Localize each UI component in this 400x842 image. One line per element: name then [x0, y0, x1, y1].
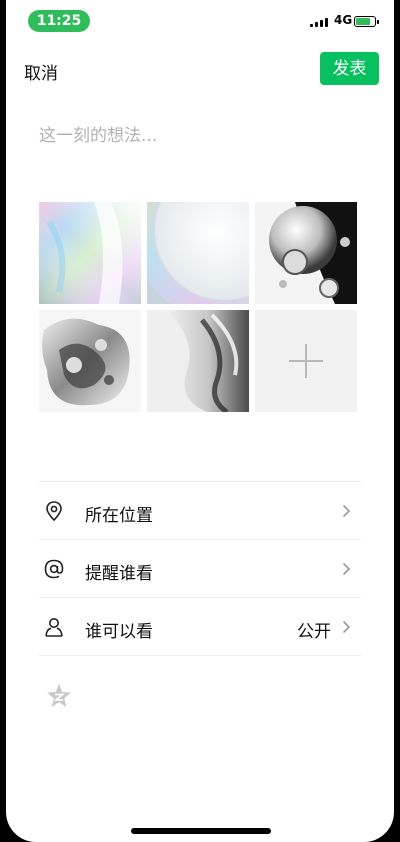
status-time: 11:25 — [28, 10, 90, 32]
location-pin-icon — [46, 501, 62, 522]
photo-thumbnail[interactable] — [39, 202, 141, 304]
visibility-value: 公开 — [297, 622, 331, 642]
remind-label: 提醒谁看 — [85, 564, 153, 584]
chevron-right-icon — [342, 504, 351, 518]
moments-compose-screen: 11:25 4G 取消 发表 这一刻的想法... 所在位置 提醒谁看 谁可以看 … — [6, 0, 394, 842]
add-photo-button[interactable] — [255, 310, 357, 412]
battery-icon — [354, 16, 379, 27]
cancel-button[interactable]: 取消 — [24, 59, 58, 84]
post-options-list: 所在位置 提醒谁看 谁可以看 公开 — [39, 481, 361, 656]
network-type: 4G — [334, 13, 353, 27]
signal-icon — [310, 17, 328, 27]
photo-thumbnail[interactable] — [147, 310, 249, 412]
photo-thumbnail[interactable] — [147, 202, 249, 304]
status-bar: 11:25 4G — [6, 10, 394, 34]
qzone-star-icon[interactable] — [45, 682, 73, 710]
location-row[interactable]: 所在位置 — [39, 482, 361, 540]
publish-button[interactable]: 发表 — [320, 52, 379, 85]
home-indicator[interactable] — [131, 828, 271, 834]
photo-thumbnail[interactable] — [255, 202, 357, 304]
chevron-right-icon — [342, 562, 351, 576]
photo-thumbnail[interactable] — [39, 310, 141, 412]
person-icon — [45, 618, 63, 637]
location-label: 所在位置 — [85, 506, 153, 526]
at-sign-icon — [44, 559, 64, 579]
chevron-right-icon — [342, 620, 351, 634]
post-text-input[interactable]: 这一刻的想法... — [39, 121, 157, 146]
remind-row[interactable]: 提醒谁看 — [39, 540, 361, 598]
visibility-label: 谁可以看 — [85, 622, 153, 642]
visibility-row[interactable]: 谁可以看 公开 — [39, 598, 361, 656]
